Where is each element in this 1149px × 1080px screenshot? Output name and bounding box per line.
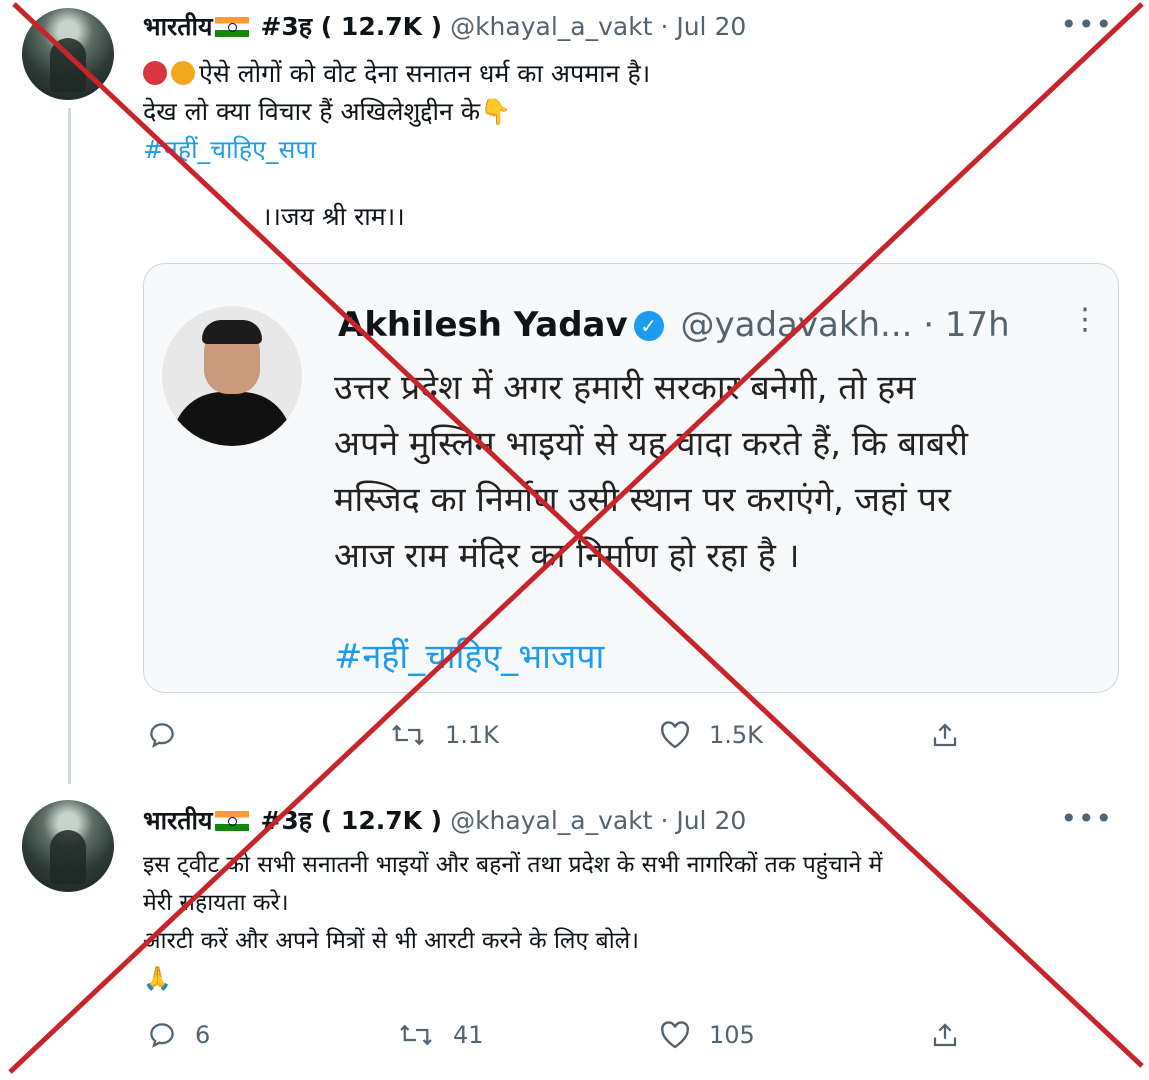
name-suffix: #3ह ( 12.7K ) <box>260 806 443 835</box>
quoted-line: आज राम मंदिर का निर्माण हो रहा है । <box>334 536 800 576</box>
display-name[interactable]: भारतीय <box>143 12 213 41</box>
quoted-text: उत्तर प्रदेश में अगर हमारी सरकार बनेगी, … <box>334 360 968 584</box>
tweet-header: भारतीय #3ह ( 12.7K ) @khayal_a_vakt · Ju… <box>143 12 746 42</box>
tweet-date[interactable]: · Jul 20 <box>660 806 746 835</box>
retweet-count: 41 <box>453 1021 484 1049</box>
tweet-text: इस ट्वीट को सभी सनातनी भाइयों और बहनों त… <box>143 846 882 998</box>
pointing-down-icon: 👇 <box>480 97 512 126</box>
verified-badge-icon: ✓ <box>633 311 664 341</box>
angry-face-icon <box>143 61 167 85</box>
more-vertical-icon[interactable]: ⋮ <box>1070 302 1100 337</box>
heart-icon <box>659 720 691 750</box>
reply-icon <box>147 1020 177 1050</box>
tweet-actions: 1.1K 1.5K <box>143 720 973 760</box>
tweet-date[interactable]: · Jul 20 <box>660 12 746 41</box>
retweet-icon <box>397 1020 435 1050</box>
like-count: 105 <box>709 1021 755 1049</box>
tweet-line: मेरी सहायता करे। <box>143 890 289 916</box>
quoted-hashtag[interactable]: #नहीं_चाहिए_भाजपा <box>334 632 604 678</box>
quoted-header: Akhilesh Yadav ✓ @yadavakh... · 17h <box>338 304 1010 346</box>
reply-button[interactable] <box>147 720 195 750</box>
quoted-line: उत्तर प्रदेश में अगर हमारी सरकार बनेगी, … <box>334 368 916 408</box>
india-flag-icon <box>214 811 249 831</box>
reply-count: 6 <box>195 1021 211 1049</box>
tweet-line-text: ऐसे लोगों को वोट देना सनातन धर्म का अपमा… <box>199 59 651 88</box>
more-dots-icon[interactable]: ••• <box>1060 802 1113 835</box>
like-button[interactable]: 1.5K <box>659 720 763 750</box>
avatar[interactable] <box>22 8 114 100</box>
tweet-line-text: देख लो क्या विचार हैं अखिलेशुद्दीन के <box>143 97 481 126</box>
quoted-time[interactable]: · 17h <box>923 305 1009 345</box>
share-button[interactable] <box>929 720 961 750</box>
quoted-handle[interactable]: @yadavakh... <box>680 305 912 345</box>
retweet-button[interactable]: 1.1K <box>389 720 499 750</box>
thread-line <box>68 108 71 784</box>
india-flag-icon <box>214 17 249 37</box>
display-name[interactable]: भारतीय <box>143 806 213 835</box>
tweet-line: इस ट्वीट को सभी सनातनी भाइयों और बहनों त… <box>143 852 883 878</box>
share-icon <box>929 1020 961 1050</box>
retweet-icon <box>389 720 427 750</box>
tweet-line: ऐसे लोगों को वोट देना सनातन धर्म का अपमा… <box>143 55 650 93</box>
tweet-actions: 6 41 105 <box>143 1020 973 1060</box>
quoted-avatar[interactable] <box>162 306 302 446</box>
quoted-tweet[interactable]: Akhilesh Yadav ✓ @yadavakh... · 17h ⋮ उत्… <box>143 263 1119 693</box>
angry-face-icon <box>171 61 195 85</box>
tweet-footer-line: ।।जय श्री राम।। <box>262 202 405 231</box>
tweet-line: आरटी करें और अपने मित्रों से भी आरटी करन… <box>143 928 639 954</box>
share-button[interactable] <box>929 1020 961 1050</box>
hashtag-link[interactable]: #नहीं_चाहिए_सपा <box>143 131 650 169</box>
like-count: 1.5K <box>709 721 763 749</box>
name-suffix: #3ह ( 12.7K ) <box>260 12 443 41</box>
avatar-hair <box>202 320 262 344</box>
avatar[interactable] <box>22 800 114 892</box>
folded-hands-icon: 🙏 <box>143 966 172 992</box>
retweet-button[interactable]: 41 <box>397 1020 484 1050</box>
quoted-line: अपने मुस्लिम भाइयों से यह वादा करते हैं,… <box>334 424 968 464</box>
heart-icon <box>659 1020 691 1050</box>
tweet-header: भारतीय #3ह ( 12.7K ) @khayal_a_vakt · Ju… <box>143 806 746 836</box>
reply-button[interactable]: 6 <box>147 1020 210 1050</box>
reply-icon <box>147 720 177 750</box>
handle[interactable]: @khayal_a_vakt <box>450 12 652 41</box>
avatar-body <box>172 392 292 446</box>
like-button[interactable]: 105 <box>659 1020 755 1050</box>
handle[interactable]: @khayal_a_vakt <box>450 806 652 835</box>
more-dots-icon[interactable]: ••• <box>1060 8 1113 41</box>
quoted-display-name[interactable]: Akhilesh Yadav <box>338 305 628 345</box>
share-icon <box>929 720 961 750</box>
tweet-text: ऐसे लोगों को वोट देना सनातन धर्म का अपमा… <box>143 55 650 169</box>
tweet-line: देख लो क्या विचार हैं अखिलेशुद्दीन के👇 <box>143 93 650 131</box>
retweet-count: 1.1K <box>445 721 499 749</box>
quoted-line: मस्जिद का निर्माण उसी स्थान पर कराएंगे, … <box>334 480 951 520</box>
